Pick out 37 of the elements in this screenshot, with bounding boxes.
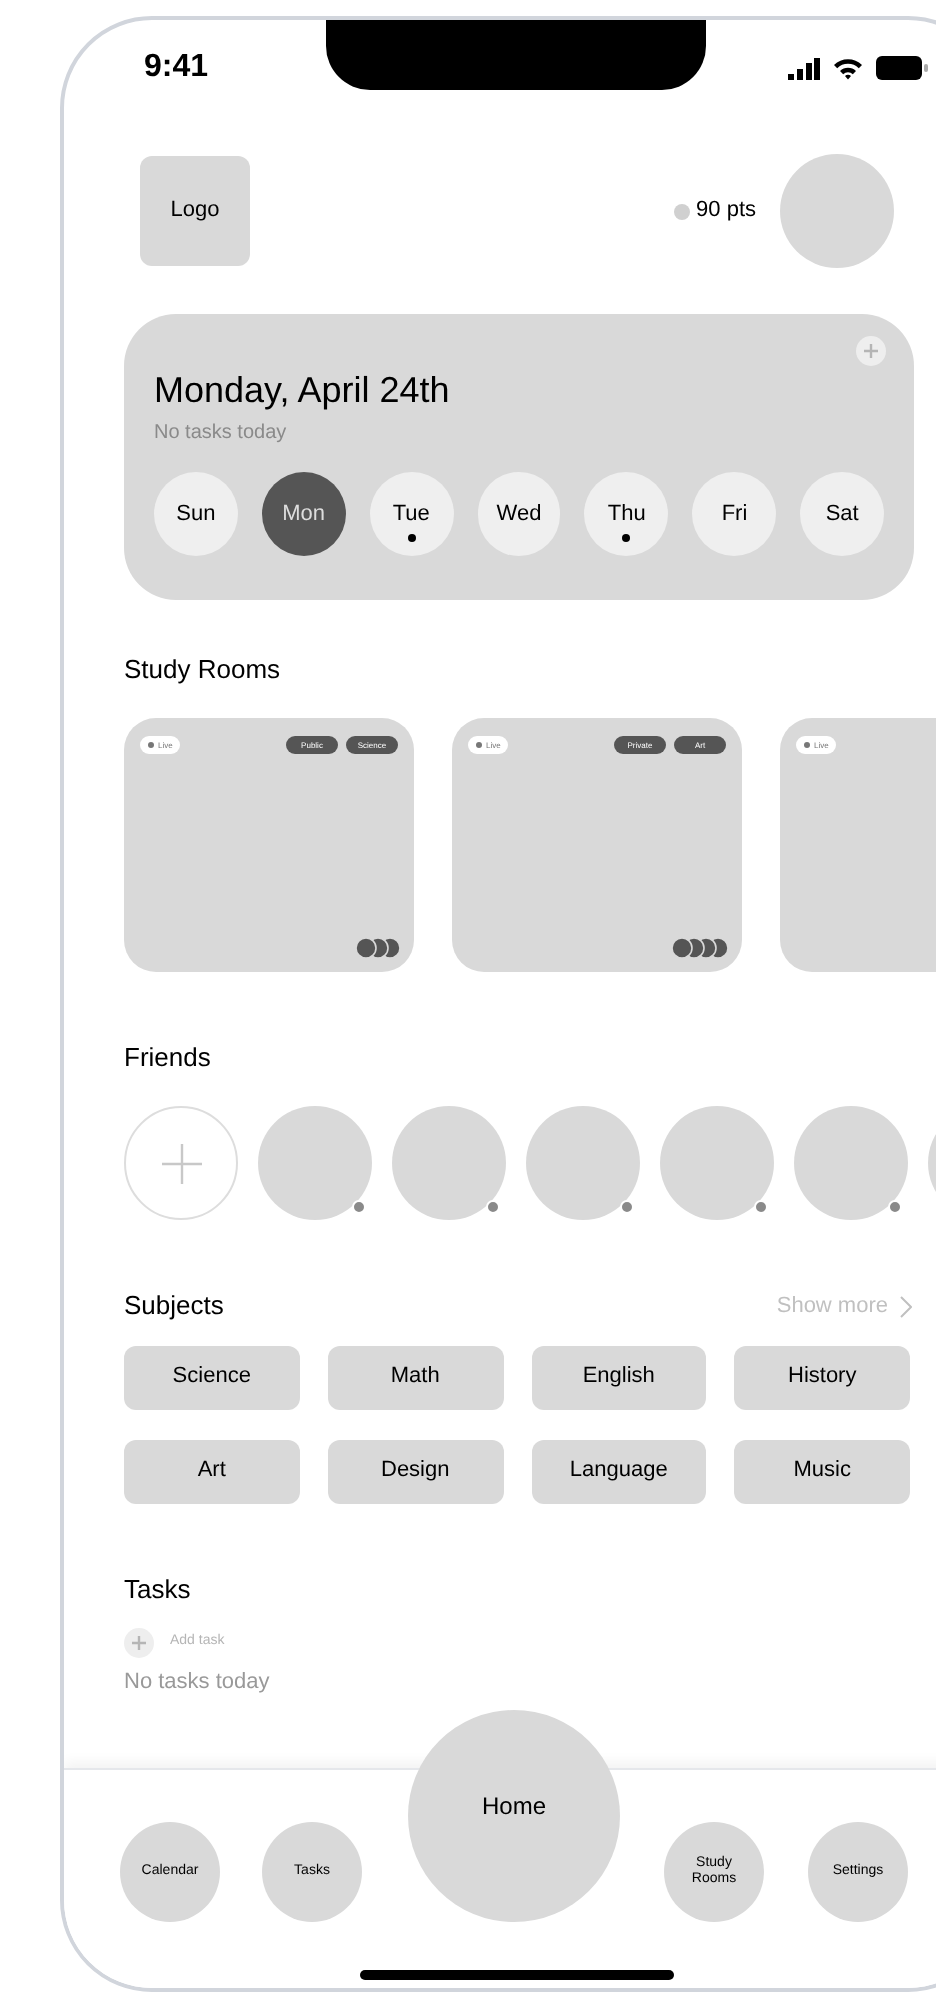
member-avatars-icon: [672, 938, 728, 958]
signal-icon: [788, 57, 820, 79]
subject-chip[interactable]: English: [531, 1345, 707, 1409]
subject-chip[interactable]: Music: [734, 1439, 910, 1503]
status-time: 9:41: [144, 48, 209, 88]
section-title: Subjects: [124, 1290, 224, 1323]
plus-icon: [132, 1635, 146, 1649]
subject-chip[interactable]: Math: [327, 1345, 503, 1409]
section-title: Friends: [124, 1042, 213, 1074]
day-button[interactable]: Tue: [369, 472, 454, 556]
day-button[interactable]: Sun: [154, 472, 238, 556]
subject-chip[interactable]: Science: [124, 1345, 300, 1409]
subject-chip[interactable]: History: [734, 1345, 910, 1409]
nav-button[interactable]: Home: [408, 1710, 620, 1922]
wifi-icon: [832, 56, 864, 80]
section-title: Tasks: [124, 1573, 193, 1605]
chevron-right-icon: [900, 1295, 912, 1318]
date-subtitle: No tasks today: [154, 422, 289, 446]
day-button[interactable]: Wed: [477, 472, 561, 556]
member-avatars-icon: [356, 938, 400, 958]
subject-chip[interactable]: Design: [327, 1439, 503, 1503]
day-button[interactable]: Sat: [800, 472, 885, 556]
add-icon[interactable]: [856, 336, 886, 366]
points-count: 90 pts: [696, 196, 756, 227]
points-icon: [674, 203, 691, 219]
subject-chip[interactable]: Art: [124, 1439, 300, 1503]
plus-icon: [161, 1143, 201, 1183]
subject-chip[interactable]: Language: [531, 1439, 707, 1503]
date-title: Monday, April 24th: [154, 368, 452, 412]
day-button[interactable]: Fri: [692, 472, 777, 556]
section-title: Study Rooms: [124, 654, 283, 686]
battery-icon: [876, 56, 928, 80]
day-button[interactable]: Thu: [584, 472, 669, 556]
logo: Logo: [140, 156, 250, 266]
day-button[interactable]: Mon: [261, 472, 346, 556]
add-task-button[interactable]: [124, 1627, 154, 1657]
empty-tasks-message: No tasks today: [124, 1667, 272, 1697]
